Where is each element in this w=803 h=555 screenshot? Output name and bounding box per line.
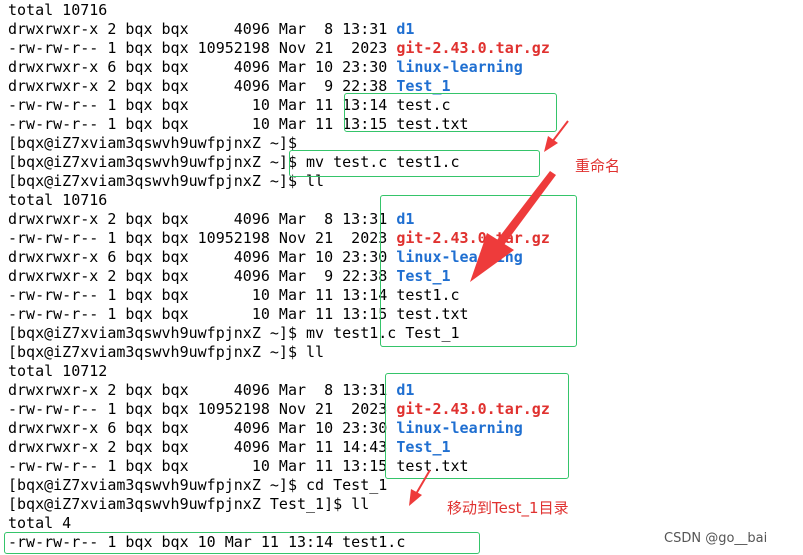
line-text: drwxrwxr-x 2 bqx bqx 4096 Mar 11 14:43 [8, 438, 397, 456]
line-text: -rw-rw-r-- 1 bqx bqx 10952198 Nov 21 202… [8, 400, 397, 418]
move-note: 移动到Test_1目录 [447, 499, 569, 517]
line-text: drwxrwxr-x 2 bqx bqx 4096 Mar 8 13:31 [8, 20, 397, 38]
line-text: [bqx@iZ7xviam3qswvh9uwfpjnxZ ~]$ cd Test… [8, 476, 388, 494]
terminal-line: [bqx@iZ7xviam3qswvh9uwfpjnxZ ~]$ [8, 134, 297, 153]
line-text: [bqx@iZ7xviam3qswvh9uwfpjnxZ ~]$ ll [8, 343, 325, 361]
line-text: total 10716 [8, 1, 108, 19]
line-text: drwxrwxr-x 2 bqx bqx 4096 Mar 8 13:31 [8, 210, 397, 228]
terminal-line: total 10716 [8, 1, 107, 20]
directory-name: linux-learning [396, 58, 523, 76]
line-text: total 4 [8, 514, 72, 532]
line-text: total 10716 [8, 191, 108, 209]
terminal-line: drwxrwxr-x 2 bqx bqx 4096 Mar 8 13:31 d1 [8, 381, 414, 400]
terminal-line: total 10712 [8, 362, 107, 381]
line-text: -rw-rw-r-- 1 bqx bqx 10952198 Nov 21 202… [8, 229, 397, 247]
rename-note: 重命名 [575, 157, 621, 175]
highlight-box-test1c-in-dir [4, 532, 480, 554]
line-text: drwxrwxr-x 2 bqx bqx 4096 Mar 9 22:38 [8, 77, 397, 95]
terminal-line: drwxrwxr-x 6 bqx bqx 4096 Mar 10 23:30 l… [8, 58, 523, 77]
line-text: drwxrwxr-x 6 bqx bqx 4096 Mar 10 23:30 [8, 419, 397, 437]
highlight-box-original-files [344, 93, 557, 132]
watermark: CSDN @go__bai [664, 531, 768, 546]
line-text: drwxrwxr-x 2 bqx bqx 4096 Mar 9 22:38 [8, 267, 397, 285]
highlight-box-renamed-listing [380, 195, 577, 347]
line-text: drwxrwxr-x 6 bqx bqx 4096 Mar 10 23:30 [8, 248, 397, 266]
line-text: total 10712 [8, 362, 108, 380]
terminal-line: total 10716 [8, 191, 107, 210]
line-text: [bqx@iZ7xviam3qswvh9uwfpjnxZ Test_1]$ ll [8, 495, 370, 513]
terminal-line: [bqx@iZ7xviam3qswvh9uwfpjnxZ Test_1]$ ll [8, 495, 369, 514]
line-text: drwxrwxr-x 2 bqx bqx 4096 Mar 8 13:31 [8, 381, 397, 399]
terminal-line: drwxrwxr-x 2 bqx bqx 4096 Mar 8 13:31 d1 [8, 210, 414, 229]
terminal-line: -rw-rw-r-- 1 bqx bqx 10952198 Nov 21 202… [8, 39, 550, 58]
line-text: [bqx@iZ7xviam3qswvh9uwfpjnxZ ~]$ ll [8, 172, 325, 190]
line-text: drwxrwxr-x 6 bqx bqx 4096 Mar 10 23:30 [8, 58, 397, 76]
terminal-line: total 4 [8, 514, 71, 533]
highlight-box-mv-command [289, 150, 540, 177]
line-text: [bqx@iZ7xviam3qswvh9uwfpjnxZ ~]$ [8, 134, 297, 152]
archive-name: git-2.43.0.tar.gz [396, 39, 550, 57]
terminal-line: [bqx@iZ7xviam3qswvh9uwfpjnxZ ~]$ cd Test… [8, 476, 387, 495]
terminal-line: [bqx@iZ7xviam3qswvh9uwfpjnxZ ~]$ ll [8, 172, 324, 191]
highlight-box-after-move-listing [385, 373, 569, 479]
directory-name: d1 [396, 20, 415, 38]
terminal-line: drwxrwxr-x 2 bqx bqx 4096 Mar 8 13:31 d1 [8, 20, 414, 39]
terminal-line: [bqx@iZ7xviam3qswvh9uwfpjnxZ ~]$ ll [8, 343, 324, 362]
line-text: -rw-rw-r-- 1 bqx bqx 10952198 Nov 21 202… [8, 39, 397, 57]
